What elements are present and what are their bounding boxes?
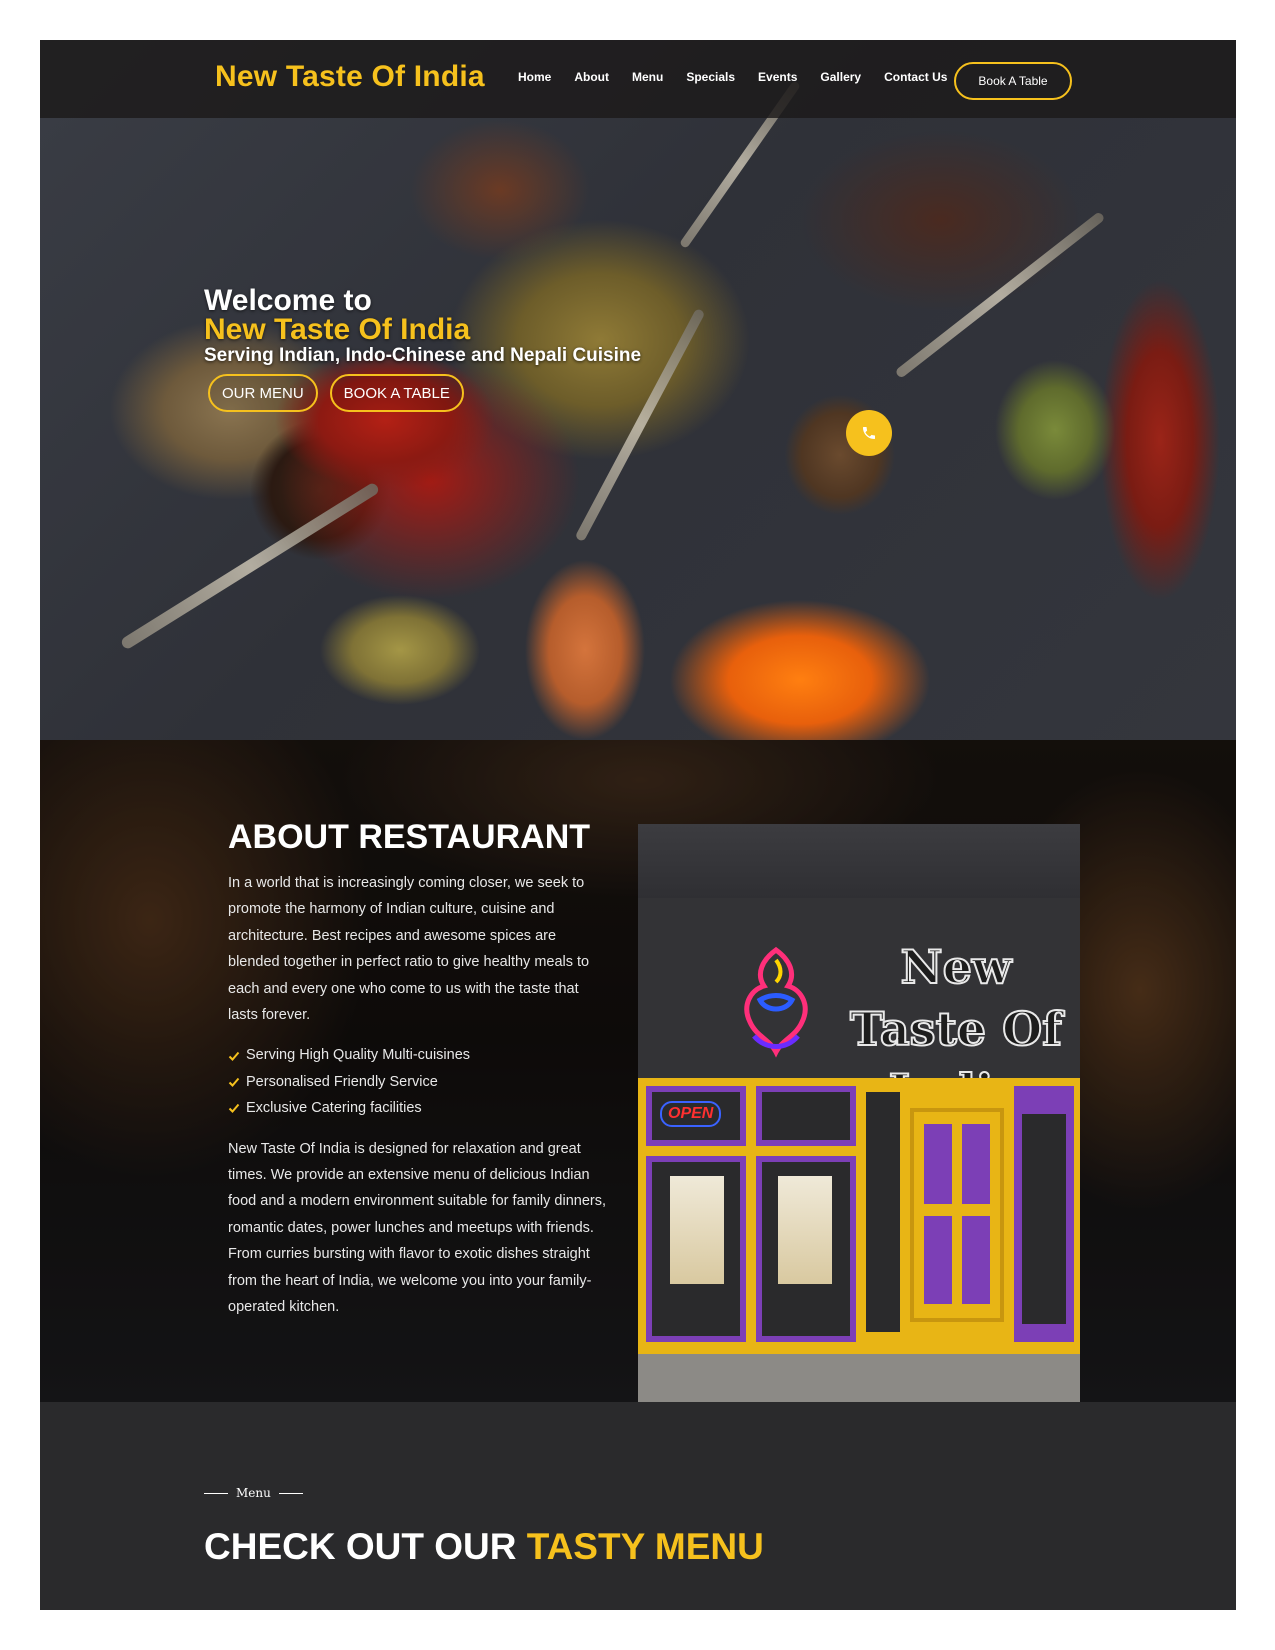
menu-heading-accent: TASTY MENU (526, 1526, 764, 1567)
about-title: ABOUT RESTAURANT (228, 818, 591, 856)
hero-welcome: Welcome to (204, 284, 372, 317)
storefront-awning (638, 824, 1080, 898)
storefront-window (1022, 1114, 1066, 1324)
storefront-door (910, 1108, 1004, 1322)
feature-label: Personalised Friendly Service (246, 1073, 438, 1090)
storefront-window (866, 1092, 900, 1332)
about-section: ABOUT RESTAURANT In a world that is incr… (40, 740, 1236, 1402)
about-content: ABOUT RESTAURANT In a world that is incr… (228, 818, 608, 1321)
spoon-decoration (119, 481, 381, 651)
hero-buttons: OUR MENU BOOK A TABLE (208, 374, 464, 412)
kicker-divider (204, 1492, 228, 1494)
menu-heading: CHECK OUT OUR TASTY MENU (204, 1526, 764, 1568)
menu-poster (778, 1176, 832, 1284)
check-icon (228, 1077, 240, 1088)
top-navbar: New Taste Of India Home About Menu Speci… (40, 40, 1236, 118)
phone-call-button[interactable] (846, 410, 892, 456)
check-icon (228, 1051, 240, 1061)
hero-subtitle: Serving Indian, Indo-Chinese and Nepali … (204, 345, 642, 366)
door-panel (962, 1124, 990, 1204)
feature-item: Serving High Quality Multi-cuisines (228, 1042, 608, 1068)
menu-poster (670, 1176, 724, 1284)
sidewalk (638, 1354, 1080, 1402)
kicker-divider (278, 1492, 303, 1494)
feature-label: Serving High Quality Multi-cuisines (246, 1047, 471, 1064)
phone-icon (863, 427, 875, 439)
menu-kicker: Menu (204, 1486, 303, 1500)
door-panel (962, 1216, 990, 1304)
feature-list: Serving High Quality Multi-cuisines Pers… (228, 1042, 608, 1121)
nav-menu[interactable]: Menu (632, 70, 663, 84)
about-detail-paragraph: New Taste Of India is designed for relax… (228, 1140, 607, 1316)
nav-contact[interactable]: Contact Us (884, 70, 947, 84)
nav-events[interactable]: Events (758, 70, 797, 84)
spoon-decoration (894, 211, 1106, 379)
feature-item: Personalised Friendly Service (228, 1069, 608, 1095)
brand-logo[interactable]: New Taste Of India (215, 60, 485, 94)
nav-specials[interactable]: Specials (686, 70, 735, 84)
storefront-window (762, 1092, 850, 1140)
about-intro-paragraph: In a world that is increasingly coming c… (228, 875, 590, 1024)
open-neon-sign: OPEN (660, 1101, 722, 1127)
ganesha-logo-icon (744, 946, 808, 1058)
book-table-button[interactable]: Book A Table (954, 62, 1072, 100)
feature-label: Exclusive Catering facilities (246, 1100, 422, 1117)
kicker-label: Menu (236, 1486, 271, 1500)
page: New Taste Of India Home About Menu Speci… (40, 40, 1236, 1610)
hero-book-table-button[interactable]: BOOK A TABLE (329, 374, 464, 412)
hero-restaurant-name: New Taste Of India (204, 313, 471, 346)
check-icon (228, 1104, 240, 1114)
menu-teaser-section: Menu CHECK OUT OUR TASTY MENU (40, 1402, 1236, 1610)
hero-section: New Taste Of India Home About Menu Speci… (40, 40, 1236, 740)
door-panel (924, 1216, 952, 1304)
our-menu-button[interactable]: OUR MENU (208, 374, 318, 412)
feature-item: Exclusive Catering facilities (228, 1095, 608, 1121)
nav-gallery[interactable]: Gallery (820, 70, 861, 84)
nav-about[interactable]: About (574, 70, 609, 84)
door-panel (924, 1124, 952, 1204)
storefront-photo: New Taste Of India OPEN (638, 824, 1080, 1402)
menu-heading-main: CHECK OUT OUR (204, 1526, 527, 1567)
nav-home[interactable]: Home (518, 70, 551, 84)
hero-heading: Welcome to New Taste Of India Serving In… (204, 286, 641, 368)
main-nav: Home About Menu Specials Events Gallery … (518, 70, 970, 84)
